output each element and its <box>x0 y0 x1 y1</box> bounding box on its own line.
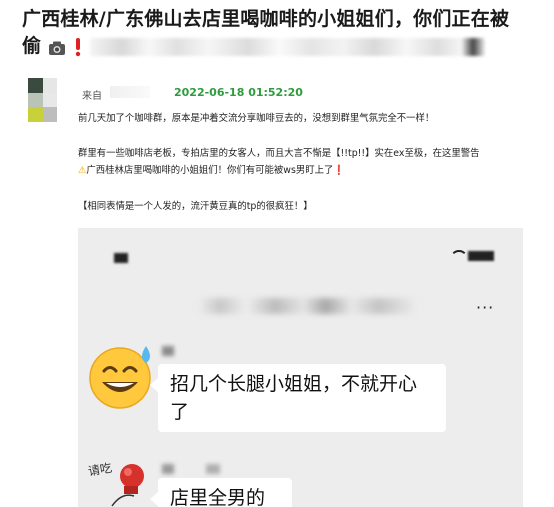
post-paragraph-2-line-2-text: 广西桂林店里喝咖啡的小姐姐们！你们有可能被ws男盯上了 <box>86 165 334 176</box>
chat-bubble-text-line-1: 店里全男的 <box>170 487 266 507</box>
redacted-sender-name <box>162 464 174 474</box>
chat-bubble: 招几个长腿小姐姐，不就开心 了 <box>150 364 446 432</box>
chat-bubble: 店里全男的 <box>150 478 292 507</box>
post-paragraph-3: 【相同表情是一个人发的，流汗黄豆真的tp的很疯狂！】 <box>78 201 313 212</box>
chat-screenshot: ··· 招几个长腿小姐姐，不就开心 了 请吃 店里全男的 <box>78 228 523 507</box>
chat-bubble-text-line-1: 招几个长腿小姐姐，不就开心 <box>170 373 418 395</box>
post-timestamp: 2022-06-18 01:52:20 <box>174 86 303 99</box>
camera-icon <box>48 37 66 57</box>
status-bar-icons <box>450 248 498 262</box>
from-label: 来自 <box>82 91 102 102</box>
chat-bubble-text-line-2: 了 <box>170 401 190 423</box>
exclamation-icon <box>73 37 83 57</box>
status-bar-time <box>114 253 128 263</box>
post-paragraph-1: 前几天加了个咖啡群，原本是冲着交流分享咖啡豆去的，没想到群里气氛完全不一样！ <box>78 113 435 124</box>
redacted-sender-name <box>162 346 174 356</box>
more-options-icon[interactable]: ··· <box>476 298 494 317</box>
post-paragraph-2-line-2: ⚠广西桂林店里喝咖啡的小姐姐们！你们有可能被ws男盯上了❗ <box>78 162 345 179</box>
wifi-icon <box>450 250 468 262</box>
battery-icon <box>468 251 494 261</box>
redacted-sender-name-2 <box>206 464 220 474</box>
article-headline: 广西桂林/广东佛山去店里喝咖啡的小姐姐们，你们正在被 偷 <box>22 6 542 60</box>
redacted-source <box>110 86 150 98</box>
sweat-smile-emoji-icon <box>84 338 158 412</box>
post-paragraph-2-line-1: 群里有一些咖啡店老板，专拍店里的女客人，而且大言不惭是【!!tp!!】实在ex至… <box>78 148 480 159</box>
exclamation-icon: ❗ <box>333 165 346 176</box>
boxing-sticker-icon: 请吃 <box>84 454 156 507</box>
headline-line-2-text: 偷 <box>22 35 42 57</box>
redacted-chat-title <box>198 298 418 314</box>
avatar[interactable] <box>28 78 72 122</box>
headline-line-1: 广西桂林/广东佛山去店里喝咖啡的小姐姐们，你们正在被 <box>22 8 510 30</box>
headline-line-2: 偷 <box>22 33 542 60</box>
redacted-headline-text <box>89 37 485 56</box>
